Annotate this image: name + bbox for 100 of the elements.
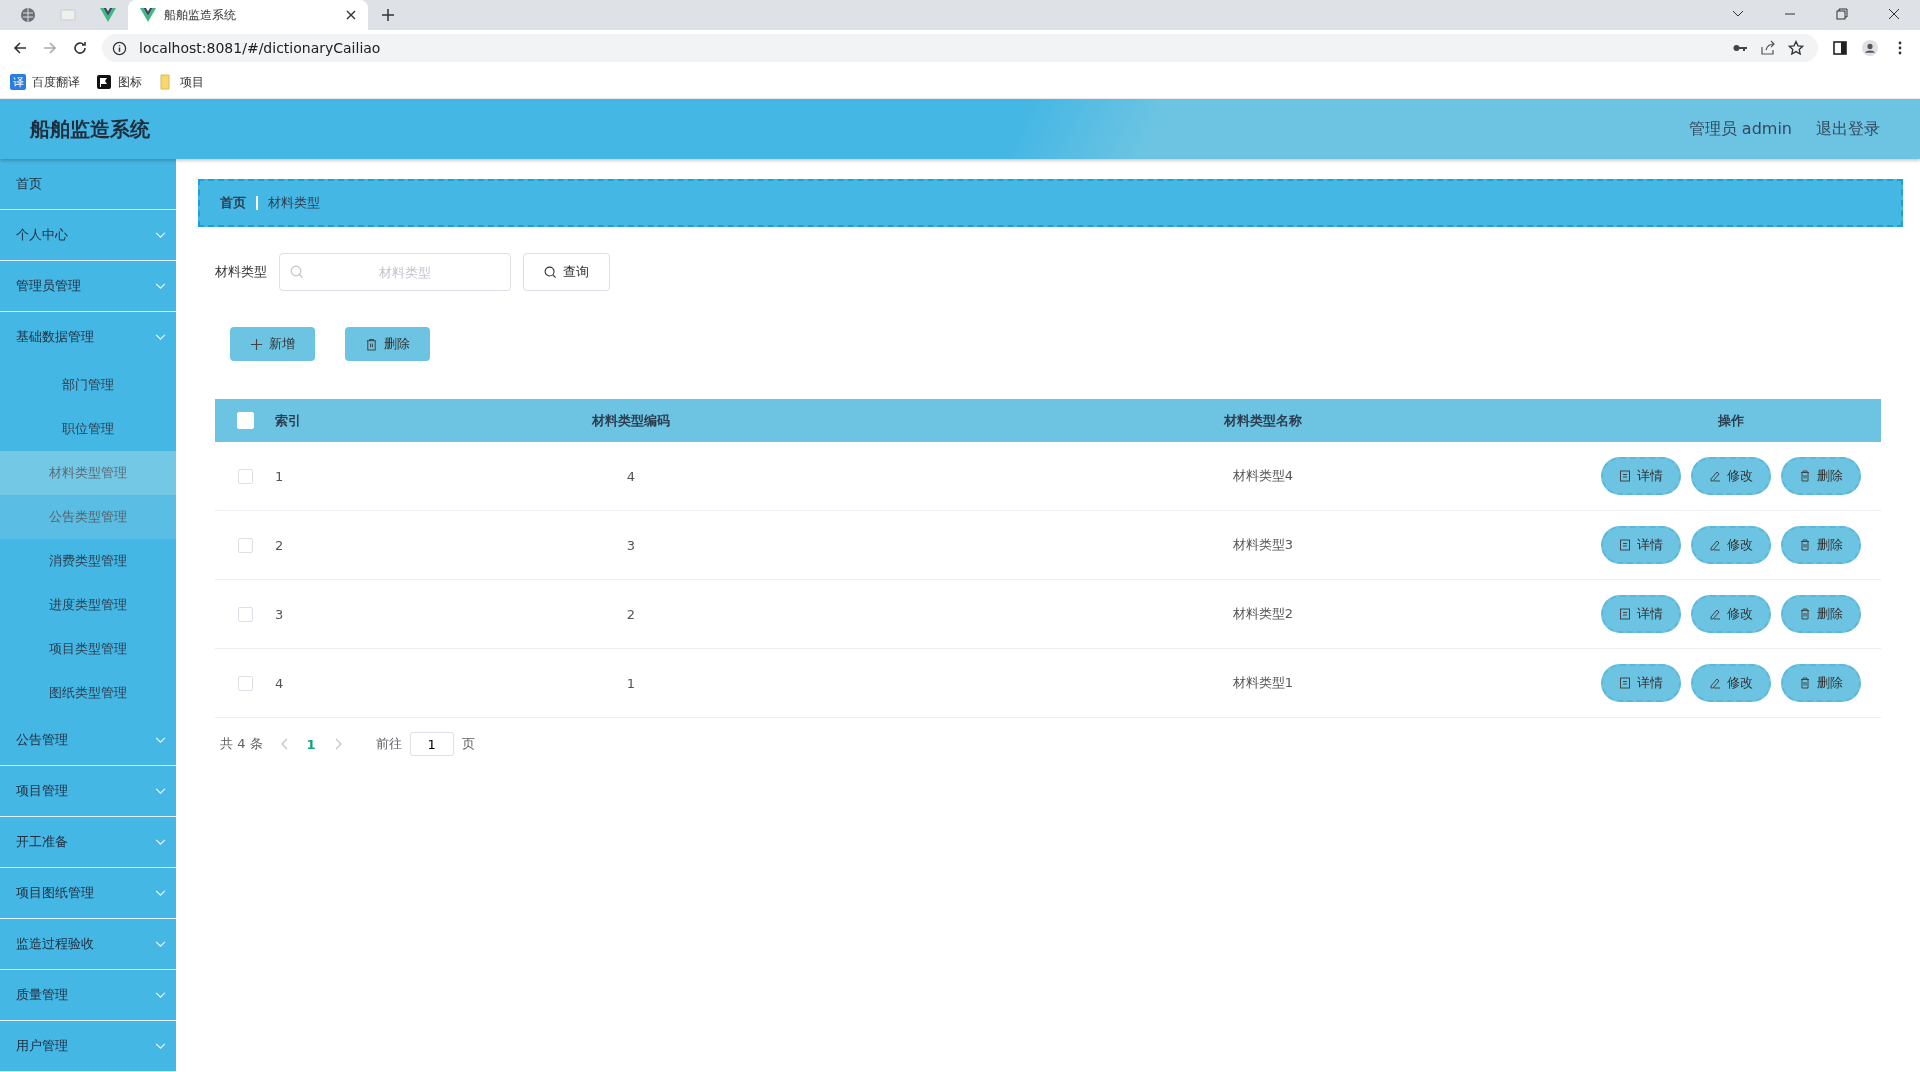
- trash-icon: [1799, 470, 1811, 482]
- menu-item[interactable]: 开工准备: [0, 817, 176, 868]
- back-icon[interactable]: [12, 40, 28, 56]
- chevron-icon: [155, 231, 166, 239]
- chevron-icon: [155, 940, 166, 948]
- menu-item[interactable]: 基础数据管理: [0, 312, 176, 363]
- delete-button[interactable]: 删除: [1781, 595, 1861, 633]
- edit-button[interactable]: 修改: [1691, 457, 1771, 495]
- menu-item[interactable]: 质量管理: [0, 970, 176, 1021]
- bookmark[interactable]: 项目: [158, 73, 204, 91]
- edit-button[interactable]: 修改: [1691, 526, 1771, 564]
- profile-icon[interactable]: [1862, 40, 1878, 56]
- search-button[interactable]: 查询: [523, 253, 610, 291]
- restore-icon[interactable]: [1836, 8, 1848, 20]
- edit-button[interactable]: 修改: [1691, 664, 1771, 702]
- table-cell: 4: [626, 468, 636, 484]
- table-cell: 2: [626, 606, 636, 622]
- submenu-item[interactable]: 消费类型管理: [0, 539, 176, 583]
- table-cell: 3: [275, 606, 284, 622]
- submenu-item[interactable]: 部门管理: [0, 363, 176, 407]
- row-checkbox[interactable]: [237, 606, 253, 622]
- details-button[interactable]: 详情: [1601, 595, 1681, 633]
- menu-item[interactable]: 首页: [0, 159, 176, 210]
- details-button[interactable]: 详情: [1601, 457, 1681, 495]
- pencil-icon: [1709, 677, 1721, 689]
- app-title: 船舶监造系统: [30, 115, 150, 143]
- table-cell: 材料类型1: [1232, 674, 1294, 692]
- bookmark[interactable]: 图标: [96, 73, 142, 91]
- submenu-item[interactable]: 项目类型管理: [0, 627, 176, 671]
- add-button[interactable]: 新增: [230, 327, 315, 361]
- search-icon: [290, 265, 304, 279]
- chevron-icon: [155, 889, 166, 897]
- total-count: 共 4 条: [220, 735, 263, 753]
- close-icon[interactable]: [346, 10, 356, 20]
- row-checkbox[interactable]: [237, 468, 253, 484]
- trash-icon: [365, 337, 378, 351]
- v-logo-icon: [100, 7, 116, 23]
- details-button[interactable]: 详情: [1601, 526, 1681, 564]
- table-cell: 3: [626, 537, 636, 553]
- share-icon[interactable]: [1760, 40, 1776, 56]
- info-icon: [112, 40, 127, 56]
- side-panel-icon[interactable]: [1832, 40, 1848, 56]
- menu-item[interactable]: 项目管理: [0, 766, 176, 817]
- column-header: 材料类型编码: [592, 411, 670, 430]
- address-bar[interactable]: localhost:8081/#/dictionaryCailiao: [102, 34, 1818, 62]
- submenu-item[interactable]: 职位管理: [0, 407, 176, 451]
- edit-button[interactable]: 修改: [1691, 595, 1771, 633]
- v-logo-icon: [140, 7, 156, 23]
- translate-icon: 译: [10, 74, 26, 90]
- chevron-icon: [155, 838, 166, 846]
- flag-icon: [96, 74, 112, 90]
- details-button[interactable]: 详情: [1601, 664, 1681, 702]
- document-icon: [1619, 539, 1631, 551]
- table-cell: 1: [626, 675, 636, 691]
- delete-button[interactable]: 删除: [345, 327, 430, 361]
- new-tab-icon[interactable]: [382, 9, 394, 21]
- page-icon: [60, 7, 76, 23]
- page-input[interactable]: 1: [409, 732, 454, 756]
- menu-item[interactable]: 监造过程验收: [0, 919, 176, 970]
- menu-item[interactable]: 管理员管理: [0, 261, 176, 312]
- page-number[interactable]: 1: [306, 736, 316, 752]
- globe-icon: [20, 7, 36, 23]
- chevron-icon: [155, 991, 166, 999]
- menu-item[interactable]: 项目图纸管理: [0, 868, 176, 919]
- trash-icon: [1799, 539, 1811, 551]
- chevron-icon: [155, 282, 166, 290]
- pencil-icon: [1709, 539, 1721, 551]
- submenu-item[interactable]: 图纸类型管理: [0, 671, 176, 715]
- chevron-icon: [155, 1042, 166, 1050]
- breadcrumb-item: 材料类型: [268, 194, 320, 212]
- menu-item[interactable]: 个人中心: [0, 210, 176, 261]
- row-checkbox[interactable]: [237, 675, 253, 691]
- close-icon[interactable]: [1888, 8, 1900, 20]
- star-icon[interactable]: [1788, 40, 1804, 56]
- browser-tab[interactable]: 船舶监造系统: [128, 0, 368, 30]
- trash-icon: [1799, 608, 1811, 620]
- menu-item[interactable]: 公告管理: [0, 715, 176, 766]
- delete-button[interactable]: 删除: [1781, 664, 1861, 702]
- goto-label: 前往: [375, 735, 402, 753]
- url-text: localhost:8081/#/dictionaryCailiao: [139, 40, 381, 56]
- submenu-item[interactable]: 进度类型管理: [0, 583, 176, 627]
- document-icon: [1619, 608, 1631, 620]
- column-header: 操作: [1718, 411, 1744, 430]
- delete-button[interactable]: 删除: [1781, 457, 1861, 495]
- reload-icon[interactable]: [72, 40, 88, 56]
- menu-item[interactable]: 用户管理: [0, 1021, 176, 1072]
- select-all-checkbox[interactable]: [236, 412, 254, 429]
- table-cell: 1: [275, 468, 284, 484]
- table-cell: 2: [275, 537, 284, 553]
- bookmark[interactable]: 译 百度翻译: [10, 73, 80, 91]
- table-cell: 材料类型4: [1232, 467, 1294, 485]
- table-cell: 材料类型2: [1232, 605, 1294, 623]
- page-suffix: 页: [461, 735, 475, 753]
- delete-button[interactable]: 删除: [1781, 526, 1861, 564]
- row-checkbox[interactable]: [237, 537, 253, 553]
- breadcrumb-item[interactable]: 首页: [220, 194, 246, 212]
- search-field[interactable]: 材料类型: [279, 253, 511, 291]
- search-icon: [544, 265, 557, 279]
- logout-link[interactable]: 退出登录: [1816, 118, 1880, 140]
- pencil-icon: [1709, 470, 1721, 482]
